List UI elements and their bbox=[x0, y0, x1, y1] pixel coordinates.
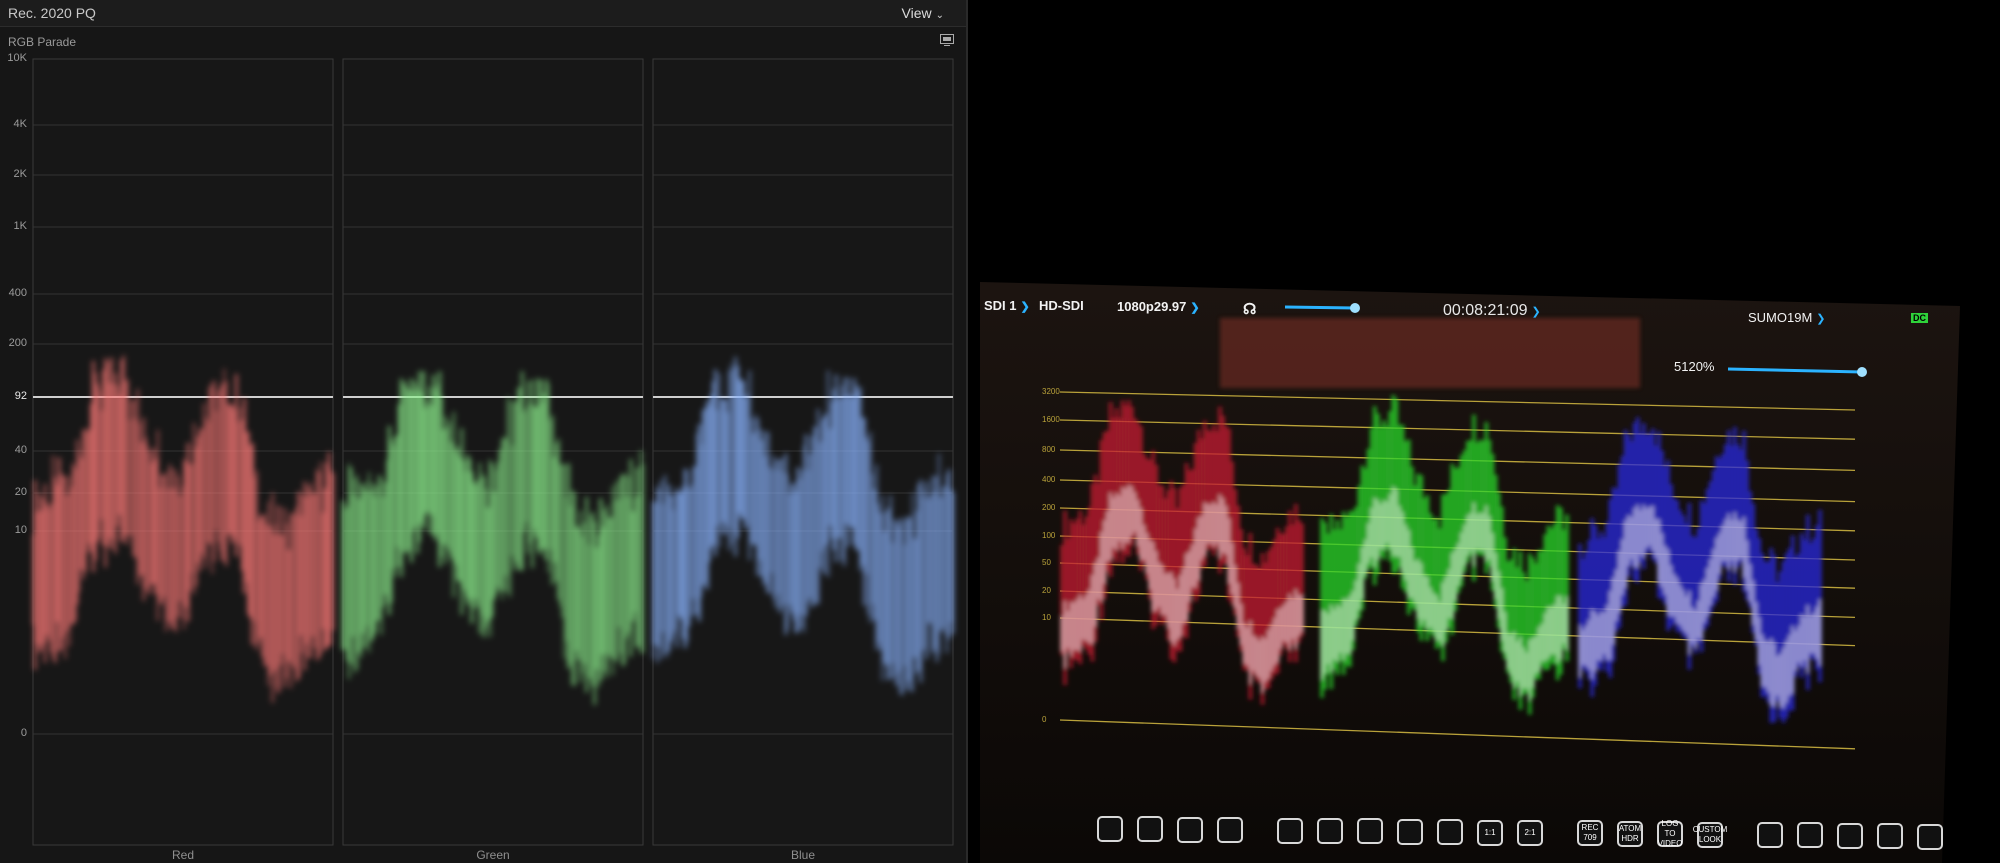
custom-look-icon[interactable]: CUSTOM LOOK bbox=[1693, 821, 1727, 848]
monitor-scale-label: 10 bbox=[1042, 613, 1051, 622]
monitor-scale-label: 50 bbox=[1042, 558, 1051, 567]
striped-icon[interactable] bbox=[1317, 818, 1343, 844]
monitor-scale-label: 3200 bbox=[1042, 387, 1060, 396]
gear-icon[interactable] bbox=[1877, 823, 1903, 850]
input-label: SDI 1 bbox=[984, 298, 1017, 313]
volume-slider bbox=[1284, 305, 1356, 310]
monitor-screen-graphic bbox=[980, 282, 1960, 863]
monitor-scale-label: 1600 bbox=[1042, 415, 1060, 424]
monitor-scale-label: 200 bbox=[1042, 503, 1056, 512]
arrow-right-icon: ❯ bbox=[1190, 302, 1200, 314]
waterfall-background bbox=[1220, 318, 1640, 388]
timecode-display[interactable]: 00:08:21:09 ❯ bbox=[1443, 302, 1541, 320]
clip-name[interactable]: SUMO19M ❯ bbox=[1748, 310, 1826, 325]
arrow-right-icon: ❯ bbox=[1020, 301, 1030, 313]
waveform-icon[interactable] bbox=[1097, 816, 1123, 842]
false-color-icon[interactable] bbox=[1277, 817, 1303, 844]
two-to-one-icon[interactable]: 2:1 bbox=[1517, 820, 1543, 846]
crosshair-icon[interactable] bbox=[1797, 822, 1823, 849]
zoom-slider-knob bbox=[1857, 367, 1867, 377]
notes-icon[interactable] bbox=[1837, 822, 1863, 849]
monitor-scale-label: 400 bbox=[1042, 475, 1056, 484]
channel-label-green: Green bbox=[476, 848, 510, 862]
channel-panel-green bbox=[341, 58, 645, 846]
one-to-one-icon[interactable]: 1:1 bbox=[1477, 819, 1503, 846]
volume-slider-knob bbox=[1350, 303, 1360, 313]
focus-peaking-icon[interactable] bbox=[1177, 816, 1203, 843]
rec709-icon[interactable]: REC 709 bbox=[1577, 820, 1603, 847]
channel-label-red: Red bbox=[171, 848, 194, 862]
channel-label-blue: Blue bbox=[790, 848, 816, 862]
format-label: 1080p29.97 bbox=[1117, 299, 1187, 314]
format-indicator[interactable]: 1080p29.97 ❯ bbox=[1117, 299, 1200, 314]
arrow-right-icon: ❯ bbox=[1531, 306, 1541, 318]
monitor-photo: SDI 1 ❯ HD-SDI 1080p29.97 ❯ ☊ 00:08:21:09 ❯… bbox=[980, 0, 2000, 863]
input-indicator[interactable]: SDI 1 ❯ bbox=[984, 298, 1030, 313]
zoom-readout: 5120% bbox=[1674, 359, 1715, 374]
monitor-scale-label: 0 bbox=[1042, 715, 1047, 724]
lock-icon[interactable] bbox=[1397, 818, 1423, 845]
rgb-parade-scope bbox=[31, 58, 955, 846]
no-entry-icon[interactable] bbox=[1757, 822, 1783, 848]
atomos-logo-icon[interactable] bbox=[1917, 823, 1943, 850]
frame-guide-icon[interactable] bbox=[1437, 819, 1463, 846]
atom-hdr-icon[interactable]: ATOM HDR bbox=[1617, 820, 1643, 847]
channel-panel-blue bbox=[651, 58, 955, 846]
log-to-video-icon[interactable]: LOG TO VIDEO bbox=[1657, 819, 1683, 848]
signal-indicator: HD-SDI bbox=[1039, 298, 1084, 313]
channel-panel-red bbox=[31, 58, 335, 846]
timecode-label: 00:08:21:09 bbox=[1443, 302, 1528, 319]
scopes-panel: Rec. 2020 PQ View ⌄ RGB Parade 10K 4K 2K 1K 4… bbox=[0, 0, 968, 863]
color-bars-icon[interactable] bbox=[1357, 818, 1383, 845]
dc-power-badge: DC bbox=[1911, 313, 1928, 323]
clip-name-label: SUMO19M bbox=[1748, 310, 1813, 325]
zebra-icon[interactable] bbox=[1217, 817, 1243, 844]
arrow-right-icon: ❯ bbox=[1816, 313, 1826, 325]
rgb-parade-icon[interactable] bbox=[1137, 816, 1163, 843]
monitor-scale-label: 800 bbox=[1042, 445, 1056, 454]
signal-label: HD-SDI bbox=[1039, 298, 1084, 313]
monitor-scale-label: 20 bbox=[1042, 586, 1051, 595]
monitor-scale-label: 100 bbox=[1042, 531, 1056, 540]
headphones-icon[interactable]: ☊ bbox=[1243, 300, 1256, 318]
